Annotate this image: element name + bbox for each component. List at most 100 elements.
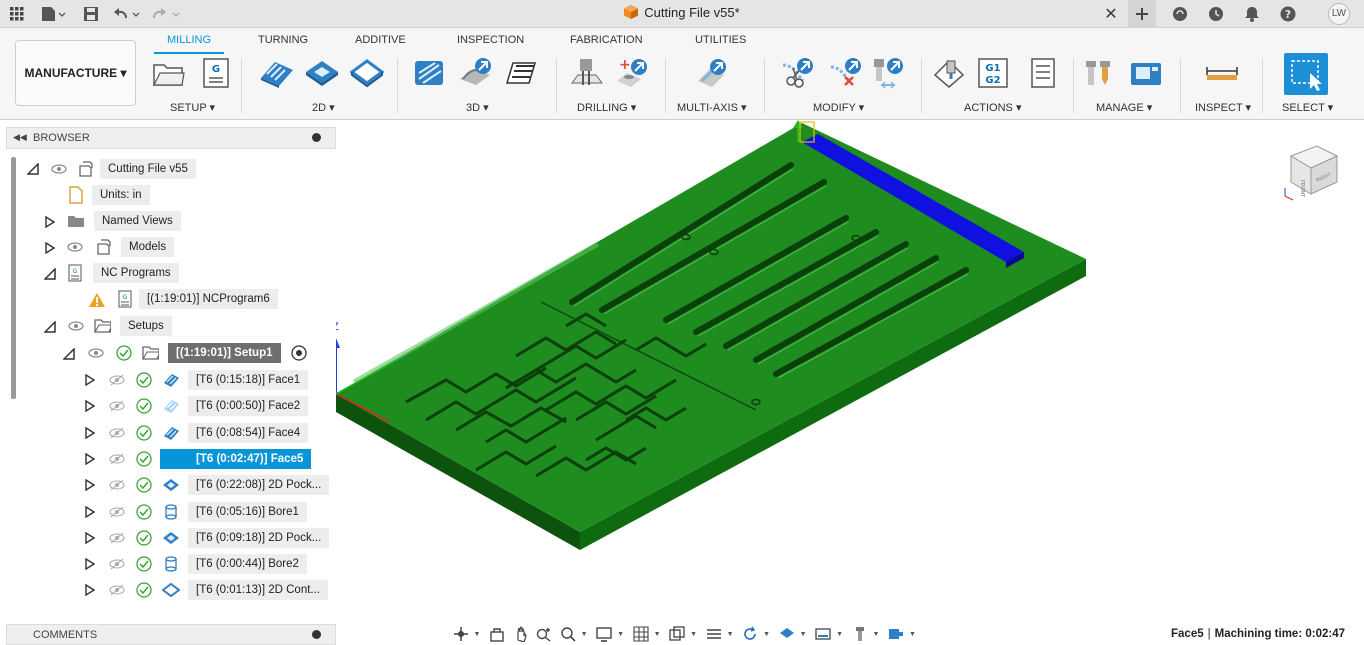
delete-toolpath-icon[interactable] <box>826 55 864 91</box>
2d-adaptive-icon[interactable] <box>258 55 296 91</box>
tree-operation-label[interactable]: [T6 (0:00:44)] Bore2 <box>188 554 307 575</box>
visibility-eye-icon[interactable] <box>67 317 85 335</box>
expand-operation-icon[interactable] <box>84 426 96 440</box>
hidden-eye-icon[interactable] <box>108 424 126 442</box>
expand-operation-icon[interactable] <box>84 452 96 466</box>
tree-operation-label[interactable]: [T6 (0:15:18)] Face1 <box>188 370 309 390</box>
tool-display-icon[interactable] <box>849 625 871 643</box>
3d-adaptive-icon[interactable] <box>410 55 448 91</box>
activate-setup-icon[interactable] <box>290 344 308 362</box>
edit-tool-icon[interactable] <box>868 55 906 91</box>
group-inspect[interactable]: INSPECT ▾ <box>1195 101 1251 114</box>
collapse-setups-icon[interactable] <box>44 320 56 334</box>
nc-program-icon[interactable]: G <box>197 55 235 91</box>
tree-setups-label[interactable]: Setups <box>120 316 172 336</box>
visibility-eye-icon[interactable] <box>87 344 105 362</box>
expand-models-icon[interactable] <box>44 241 56 255</box>
group-3d[interactable]: 3D ▾ <box>466 101 489 114</box>
trim-toolpath-icon[interactable] <box>778 55 816 91</box>
group-select[interactable]: SELECT ▾ <box>1282 101 1333 114</box>
orbit-caret-icon[interactable]: ▼ <box>474 631 481 638</box>
visibility-eye-icon[interactable] <box>50 160 68 178</box>
tab-turning[interactable]: TURNING <box>258 34 308 46</box>
expand-operation-icon[interactable] <box>84 373 96 387</box>
tab-milling[interactable]: MILLING <box>167 34 211 46</box>
expand-operation-icon[interactable] <box>84 399 96 413</box>
collapse-setup1-icon[interactable] <box>63 347 75 361</box>
browser-options-icon[interactable] <box>312 133 321 142</box>
tree-operation-label[interactable]: [T6 (0:22:08)] 2D Pock... <box>188 475 330 496</box>
app-grid-icon[interactable] <box>8 4 26 24</box>
collapse-root-icon[interactable] <box>27 162 39 176</box>
tab-fabrication[interactable]: FABRICATION <box>570 34 643 46</box>
hidden-eye-icon[interactable] <box>108 371 126 389</box>
tree-models-label[interactable]: Models <box>121 237 175 257</box>
group-drilling[interactable]: DRILLING ▾ <box>577 101 636 114</box>
tree-operation-label[interactable]: [T6 (0:08:54)] Face4 <box>188 422 309 443</box>
refresh-caret-icon[interactable]: ▼ <box>763 631 770 638</box>
3d-viewport[interactable]: Z FRONT RIGHT <box>336 120 1364 645</box>
tab-utilities[interactable]: UTILITIES <box>695 34 746 46</box>
visibility-eye-icon[interactable] <box>66 238 84 256</box>
file-menu-icon[interactable] <box>38 4 68 24</box>
select-icon[interactable] <box>1284 53 1328 95</box>
user-avatar[interactable]: LW <box>1328 3 1350 25</box>
setup-sheet-icon[interactable] <box>1024 55 1062 91</box>
tree-units-label[interactable]: Units: in <box>92 185 150 205</box>
viewcube[interactable]: FRONT RIGHT <box>1279 138 1343 202</box>
simulate-icon[interactable] <box>930 55 968 91</box>
group-modify[interactable]: MODIFY ▾ <box>813 101 864 114</box>
viewports-caret-icon[interactable]: ▼ <box>690 631 697 638</box>
notifications-icon[interactable] <box>1242 4 1262 24</box>
collapse-browser-icon[interactable]: ◀◀ <box>13 132 27 143</box>
measure-icon[interactable] <box>1203 55 1241 91</box>
tree-operation-label[interactable]: [T6 (0:09:18)] 2D Pock... <box>188 527 330 548</box>
tab-inspection[interactable]: INSPECTION <box>457 34 524 46</box>
tool-library-icon[interactable] <box>1082 55 1120 91</box>
close-tab-icon[interactable]: ✕ <box>1102 4 1120 24</box>
model-canvas[interactable]: Z <box>336 120 1364 645</box>
tree-root-label[interactable]: Cutting File v55 <box>100 159 196 179</box>
section-caret-icon[interactable]: ▼ <box>727 631 734 638</box>
hidden-eye-icon[interactable] <box>108 476 126 494</box>
pan-icon[interactable] <box>510 625 532 643</box>
save-icon[interactable] <box>80 4 102 24</box>
group-manage[interactable]: MANAGE ▾ <box>1096 101 1152 114</box>
group-setup[interactable]: SETUP ▾ <box>170 101 215 114</box>
orbit-icon[interactable] <box>450 625 472 643</box>
section-icon[interactable] <box>703 625 725 643</box>
machine-library-icon[interactable] <box>1127 55 1165 91</box>
help-icon[interactable]: ? <box>1278 4 1298 24</box>
hidden-eye-icon[interactable] <box>108 503 126 521</box>
2d-contour-icon[interactable] <box>348 55 386 91</box>
expand-operation-icon[interactable] <box>84 583 96 597</box>
fit-caret-icon[interactable]: ▼ <box>581 631 588 638</box>
expand-operation-icon[interactable] <box>84 478 96 492</box>
tree-operation-label[interactable]: [T6 (0:02:47)] Face5 <box>160 448 312 469</box>
display-caret-icon[interactable]: ▼ <box>617 631 624 638</box>
workspace-switcher-button[interactable]: MANUFACTURE ▾ <box>15 40 136 106</box>
stock-caret-icon[interactable]: ▼ <box>800 631 807 638</box>
tree-nc-programs-label[interactable]: NC Programs <box>93 263 179 283</box>
extensions-icon[interactable] <box>1170 4 1190 24</box>
3d-parallel-icon[interactable] <box>502 55 540 91</box>
expand-operation-icon[interactable] <box>84 557 96 571</box>
hidden-eye-icon[interactable] <box>108 397 126 415</box>
refresh-view-icon[interactable] <box>740 625 762 643</box>
viewports-icon[interactable] <box>667 625 689 643</box>
group-actions[interactable]: ACTIONS ▾ <box>964 101 1021 114</box>
tool-caret-icon[interactable]: ▼ <box>873 631 880 638</box>
stock-icon[interactable] <box>776 625 798 643</box>
machine-caret-icon[interactable]: ▼ <box>909 631 916 638</box>
tree-named-views-label[interactable]: Named Views <box>94 211 181 231</box>
multi-axis-icon[interactable] <box>693 55 731 91</box>
undo-icon[interactable] <box>110 4 146 24</box>
tab-additive[interactable]: ADDITIVE <box>355 34 406 46</box>
hidden-eye-icon[interactable] <box>108 450 126 468</box>
tree-operation-label[interactable]: [T6 (0:00:50)] Face2 <box>188 396 309 417</box>
expand-operation-icon[interactable] <box>84 531 96 545</box>
collapse-nc-programs-icon[interactable] <box>44 267 56 281</box>
group-multi-axis[interactable]: MULTI-AXIS ▾ <box>677 101 747 114</box>
hidden-eye-icon[interactable] <box>108 581 126 599</box>
display-settings-icon[interactable] <box>594 625 616 643</box>
